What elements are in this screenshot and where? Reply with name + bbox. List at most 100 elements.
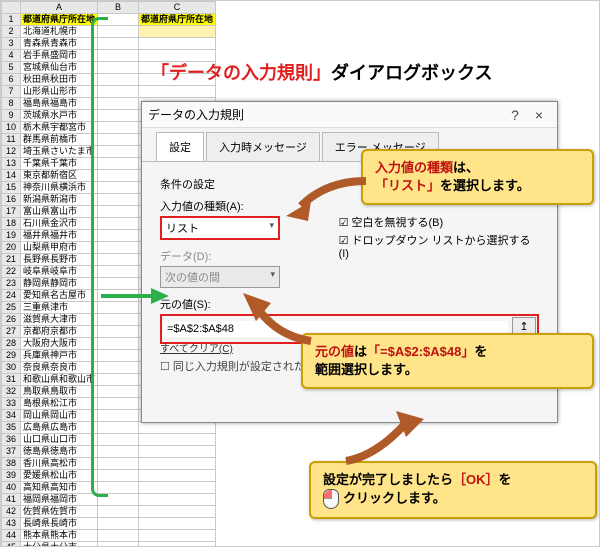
- cell-a[interactable]: 青森県青森市: [21, 38, 98, 50]
- cell-a[interactable]: 兵庫県神戸市: [21, 350, 98, 362]
- cell-a[interactable]: 富山県富山市: [21, 206, 98, 218]
- row-header: 37: [2, 446, 21, 458]
- cell-c[interactable]: [139, 482, 216, 494]
- callout-click-ok: 設定が完了しましたら［OK］を クリックします。: [309, 461, 597, 519]
- table-row: 43長崎県長崎市: [2, 518, 216, 530]
- row-header: 29: [2, 350, 21, 362]
- cell-a[interactable]: 群馬県前橋市: [21, 134, 98, 146]
- cell-a[interactable]: 大阪府大阪市: [21, 338, 98, 350]
- cell-b[interactable]: [98, 530, 139, 542]
- cell-a[interactable]: 和歌山県和歌山市: [21, 374, 98, 386]
- cell-a[interactable]: 福島県福島市: [21, 98, 98, 110]
- cell-a[interactable]: 山梨県甲府市: [21, 242, 98, 254]
- ignore-blank-checkbox[interactable]: ☑ 空白を無視する(B): [339, 214, 539, 230]
- cell-a[interactable]: 香川県高松市: [21, 458, 98, 470]
- cell-a[interactable]: 東京都新宿区: [21, 170, 98, 182]
- table-row: 39愛媛県松山市: [2, 470, 216, 482]
- cell-a1[interactable]: 都道府県庁所在地: [21, 14, 98, 26]
- cell-b[interactable]: [98, 542, 139, 547]
- row-header: 45: [2, 542, 21, 547]
- row-header: 23: [2, 278, 21, 290]
- row-header: 8: [2, 98, 21, 110]
- cell-c[interactable]: [139, 542, 216, 547]
- cell-a[interactable]: 埼玉県さいたま市: [21, 146, 98, 158]
- cell-a[interactable]: 神奈川県横浜市: [21, 182, 98, 194]
- clear-all-link[interactable]: すべてクリア(C): [160, 340, 233, 364]
- cell-a[interactable]: 滋賀県大津市: [21, 314, 98, 326]
- cell-a[interactable]: 長崎県長崎市: [21, 518, 98, 530]
- cell-c[interactable]: [139, 38, 216, 50]
- callout1-b: は、: [453, 160, 479, 175]
- cell-a[interactable]: 福岡県福岡市: [21, 494, 98, 506]
- cell-a[interactable]: 山口県山口市: [21, 434, 98, 446]
- row-header: 28: [2, 338, 21, 350]
- cell-b[interactable]: [98, 518, 139, 530]
- table-row: 38香川県高松市: [2, 458, 216, 470]
- cell-a[interactable]: 徳島県徳島市: [21, 446, 98, 458]
- help-icon[interactable]: ?: [503, 107, 527, 123]
- row-header: 17: [2, 206, 21, 218]
- cell-a[interactable]: 熊本県熊本市: [21, 530, 98, 542]
- cell-a[interactable]: 佐賀県佐賀市: [21, 506, 98, 518]
- row-header: 15: [2, 182, 21, 194]
- cell-a[interactable]: 山形県山形市: [21, 86, 98, 98]
- source-label: 元の値(S):: [160, 296, 539, 312]
- cell-a[interactable]: 福井県福井市: [21, 230, 98, 242]
- cell-c[interactable]: [139, 434, 216, 446]
- row-header: 14: [2, 170, 21, 182]
- cell-c[interactable]: [139, 422, 216, 434]
- cell-a[interactable]: 鳥取県鳥取市: [21, 386, 98, 398]
- callout3-b: ［OK］: [453, 472, 499, 487]
- cell-c[interactable]: [139, 86, 216, 98]
- cell-a[interactable]: 愛知県名古屋市: [21, 290, 98, 302]
- cell-c[interactable]: [139, 458, 216, 470]
- table-row: 37徳島県徳島市: [2, 446, 216, 458]
- cell-a[interactable]: 岐阜県岐阜市: [21, 266, 98, 278]
- cell-a[interactable]: 島根県松江市: [21, 398, 98, 410]
- table-row: 40高知県高知市: [2, 482, 216, 494]
- tab-settings[interactable]: 設定: [156, 132, 204, 161]
- row-header: 21: [2, 254, 21, 266]
- stage: A B C 1都道府県庁所在地都道府県庁所在地2北海道札幌市3青森県青森市4岩手…: [0, 0, 600, 547]
- cell-c[interactable]: [139, 446, 216, 458]
- cell-a[interactable]: 愛媛県松山市: [21, 470, 98, 482]
- cell-a[interactable]: 北海道札幌市: [21, 26, 98, 38]
- row-header: 40: [2, 482, 21, 494]
- cell-a[interactable]: 千葉県千葉市: [21, 158, 98, 170]
- cell-a[interactable]: 京都府京都市: [21, 326, 98, 338]
- cell-a[interactable]: 秋田県秋田市: [21, 74, 98, 86]
- cell-a[interactable]: 静岡県静岡市: [21, 278, 98, 290]
- cell-a[interactable]: 栃木県宇都宮市: [21, 122, 98, 134]
- ignore-blank-label: 空白を無視する(B): [351, 217, 443, 229]
- cell-c[interactable]: [139, 494, 216, 506]
- cell-a[interactable]: 大分県大分市: [21, 542, 98, 547]
- allow-label: 入力値の種類(A):: [160, 198, 309, 214]
- cell-c[interactable]: [139, 26, 216, 38]
- cell-a[interactable]: 長野県長野市: [21, 254, 98, 266]
- cell-a[interactable]: 岡山県岡山市: [21, 410, 98, 422]
- cell-c[interactable]: [139, 470, 216, 482]
- cell-a[interactable]: 新潟県新潟市: [21, 194, 98, 206]
- in-cell-dropdown-checkbox[interactable]: ☑ ドロップダウン リストから選択する(I): [339, 232, 539, 260]
- row-header: 44: [2, 530, 21, 542]
- cell-a[interactable]: 三重県津市: [21, 302, 98, 314]
- cell-c[interactable]: [139, 530, 216, 542]
- cell-a[interactable]: 茨城県水戸市: [21, 110, 98, 122]
- cell-a[interactable]: 石川県金沢市: [21, 218, 98, 230]
- cell-b[interactable]: [98, 506, 139, 518]
- cell-a[interactable]: 奈良県奈良市: [21, 362, 98, 374]
- cell-c1[interactable]: 都道府県庁所在地: [139, 14, 216, 26]
- dialog-titlebar: データの入力規則 ? ×: [142, 102, 557, 128]
- close-icon[interactable]: ×: [527, 107, 551, 123]
- cell-a[interactable]: 岩手県盛岡市: [21, 50, 98, 62]
- allow-select[interactable]: リスト▾: [160, 216, 280, 240]
- mouse-icon: [323, 489, 339, 509]
- cell-a[interactable]: 広島県広島市: [21, 422, 98, 434]
- cell-c[interactable]: [139, 518, 216, 530]
- table-row: 7山形県山形市: [2, 86, 216, 98]
- row-header: 5: [2, 62, 21, 74]
- tab-input-message[interactable]: 入力時メッセージ: [206, 132, 320, 161]
- cell-c[interactable]: [139, 506, 216, 518]
- cell-a[interactable]: 高知県高知市: [21, 482, 98, 494]
- cell-a[interactable]: 宮城県仙台市: [21, 62, 98, 74]
